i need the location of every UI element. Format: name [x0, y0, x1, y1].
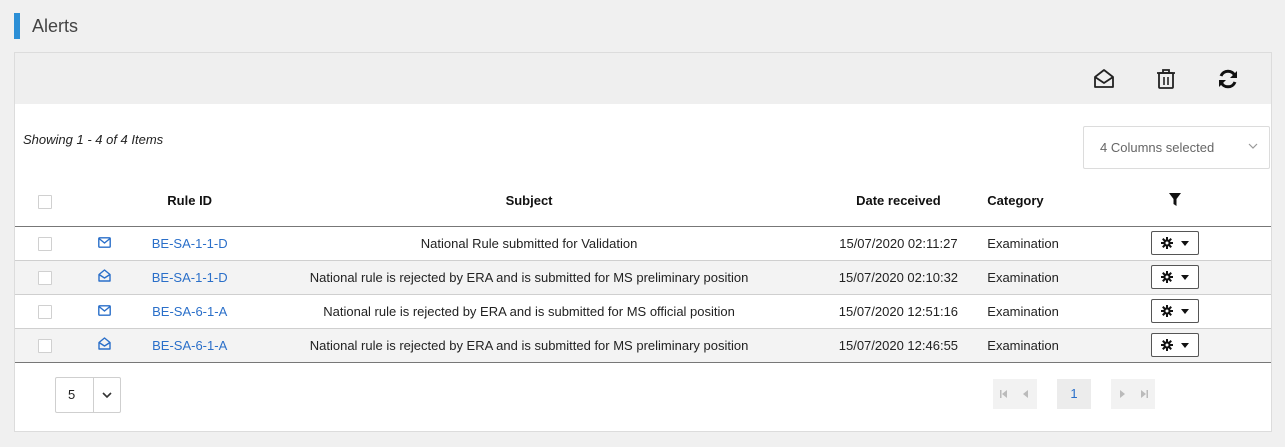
page-title: Alerts: [32, 15, 79, 36]
page-size-select[interactable]: 5: [55, 376, 121, 413]
alerts-panel: Showing 1 - 4 of 4 Items 4 Columns selec…: [14, 52, 1272, 432]
read-status-cell: [74, 226, 135, 261]
column-selector[interactable]: 4 Columns selected: [1083, 126, 1270, 169]
rule-id-header[interactable]: Rule ID: [134, 176, 245, 227]
table-row[interactable]: BE-SA-1-1-D National Rule submitted for V…: [15, 226, 1271, 261]
page-number-button[interactable]: 1: [1057, 378, 1091, 409]
gear-icon: [1160, 237, 1173, 249]
last-page-icon: [1141, 389, 1148, 398]
date-received-cell: 15/07/2020 12:46:55: [813, 328, 984, 363]
envelope-closed-icon[interactable]: [98, 304, 112, 316]
subject-header[interactable]: Subject: [244, 176, 814, 227]
category-cell: Examination: [983, 226, 1079, 261]
rule-id-link[interactable]: BE-SA-1-1-D: [152, 236, 228, 251]
rule-id-link[interactable]: BE-SA-6-1-A: [152, 304, 227, 319]
toolbar: [15, 53, 1271, 104]
subject-cell: National rule is rejected by ERA and is …: [244, 294, 814, 329]
date-received-header[interactable]: Date received: [813, 176, 984, 227]
rule-id-link[interactable]: BE-SA-6-1-A: [152, 338, 227, 353]
row-checkbox[interactable]: [37, 338, 52, 353]
rule-id-link[interactable]: BE-SA-1-1-D: [152, 270, 228, 285]
previous-page-icon: [1023, 389, 1028, 398]
first-page-button[interactable]: [993, 378, 1015, 409]
previous-page-button[interactable]: [1015, 378, 1037, 409]
table-meta-row: Showing 1 - 4 of 4 Items 4 Columns selec…: [15, 104, 1271, 176]
date-received-cell: 15/07/2020 02:10:32: [813, 260, 984, 295]
table-footer: 5 1: [15, 363, 1271, 433]
row-actions-button[interactable]: [1150, 299, 1199, 323]
filter-icon[interactable]: [1168, 192, 1181, 206]
gear-icon: [1160, 305, 1173, 317]
refresh-button[interactable]: [1197, 54, 1259, 104]
pagination: 1: [993, 378, 1155, 409]
gear-icon: [1160, 271, 1173, 283]
category-cell: Examination: [983, 328, 1079, 363]
caret-down-icon: [1180, 342, 1189, 348]
first-page-icon: [1000, 389, 1007, 398]
envelope-open-icon: [1094, 68, 1114, 88]
caret-down-icon: [1180, 308, 1189, 314]
mark-read-button[interactable]: [1073, 54, 1135, 104]
table-row[interactable]: BE-SA-6-1-A National rule is rejected by …: [15, 328, 1271, 363]
table-row[interactable]: BE-SA-6-1-A National rule is rejected by …: [15, 294, 1271, 329]
read-status-cell: [74, 260, 135, 295]
page-size-dropdown-button[interactable]: [93, 377, 120, 412]
read-status-cell: [74, 294, 135, 329]
table-row[interactable]: BE-SA-1-1-D National rule is rejected by …: [15, 260, 1271, 295]
row-actions-button[interactable]: [1150, 231, 1199, 255]
table-header-row: Rule ID Subject Date received Category: [15, 176, 1271, 227]
row-checkbox[interactable]: [37, 270, 52, 285]
delete-button[interactable]: [1135, 54, 1197, 104]
row-actions-button[interactable]: [1150, 333, 1199, 357]
next-page-button[interactable]: [1111, 378, 1133, 409]
gear-icon: [1160, 339, 1173, 351]
subject-cell: National rule is rejected by ERA and is …: [244, 328, 814, 363]
alerts-table: Rule ID Subject Date received Category B…: [15, 176, 1271, 363]
chevron-down-icon: [1248, 143, 1258, 149]
row-checkbox[interactable]: [37, 304, 52, 319]
subject-cell: National Rule submitted for Validation: [244, 226, 814, 261]
caret-down-icon: [1180, 240, 1189, 246]
page-header: Alerts: [14, 10, 78, 42]
date-received-cell: 15/07/2020 12:51:16: [813, 294, 984, 329]
row-actions-button[interactable]: [1150, 265, 1199, 289]
category-cell: Examination: [983, 294, 1079, 329]
category-cell: Examination: [983, 260, 1079, 295]
subject-cell: National rule is rejected by ERA and is …: [244, 260, 814, 295]
read-status-cell: [74, 328, 135, 363]
column-selector-label: 4 Columns selected: [1100, 140, 1215, 155]
page-size-value: 5: [68, 387, 76, 402]
next-page-icon: [1120, 389, 1125, 398]
refresh-icon: [1219, 69, 1237, 88]
chevron-down-icon: [102, 391, 112, 398]
row-checkbox[interactable]: [37, 236, 52, 251]
trash-icon: [1157, 68, 1175, 89]
envelope-open-icon[interactable]: [98, 269, 112, 282]
envelope-open-icon[interactable]: [98, 337, 112, 350]
select-all-checkbox[interactable]: [37, 194, 52, 209]
last-page-button[interactable]: [1133, 378, 1155, 409]
category-header[interactable]: Category: [983, 176, 1079, 227]
envelope-closed-icon[interactable]: [98, 236, 112, 248]
header-accent-bar: [14, 13, 20, 39]
items-count-text: Showing 1 - 4 of 4 Items: [23, 132, 164, 147]
caret-down-icon: [1180, 274, 1189, 280]
date-received-cell: 15/07/2020 02:11:27: [813, 226, 984, 261]
